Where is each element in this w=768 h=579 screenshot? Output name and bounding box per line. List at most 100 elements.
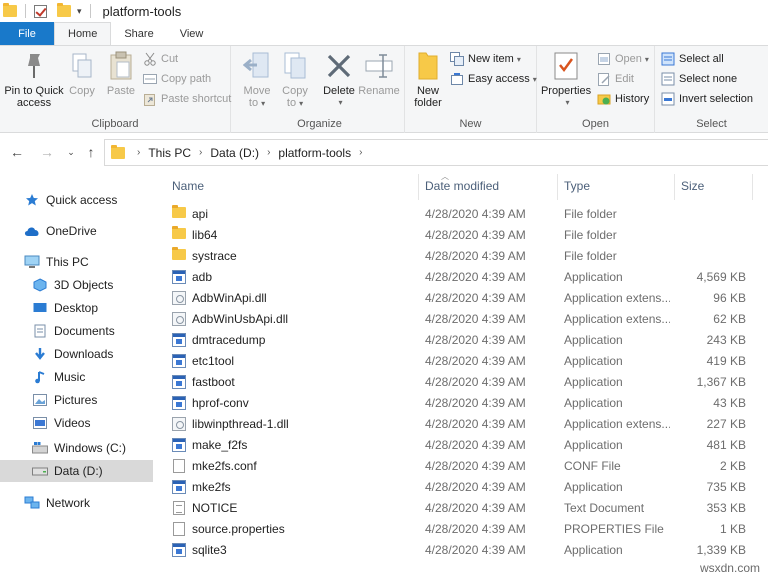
customize-toolbar-chevron-icon[interactable]: ▾ bbox=[77, 6, 82, 17]
folder-icon[interactable] bbox=[3, 3, 17, 17]
column-header-type[interactable]: Type bbox=[564, 177, 590, 195]
file-row[interactable]: etc1tool 4/28/2020 4:39 AM Application 419 … bbox=[153, 351, 768, 372]
back-arrow-icon[interactable]: ← bbox=[8, 143, 26, 161]
column-header-name[interactable]: Name bbox=[172, 177, 204, 195]
ribbon-tabs: File Home Share View bbox=[0, 22, 768, 45]
breadcrumb-this-pc[interactable]: This PC bbox=[148, 146, 191, 160]
nav-documents[interactable]: Documents bbox=[0, 320, 153, 342]
column-divider[interactable] bbox=[674, 174, 675, 200]
address-bar[interactable]: › This PC › Data (D:) › platform-tools › bbox=[104, 139, 768, 166]
file-row[interactable]: source.properties 4/28/2020 4:39 AM PROPER… bbox=[153, 519, 768, 540]
nav-this-pc[interactable]: This PC bbox=[0, 251, 153, 273]
easy-access-button[interactable]: Easy access ▾ bbox=[450, 70, 537, 88]
file-row[interactable]: lib64 4/28/2020 4:39 AM File folder bbox=[153, 225, 768, 246]
open-button[interactable]: Open ▾ bbox=[597, 50, 649, 68]
paste-button[interactable]: Paste bbox=[104, 50, 138, 97]
move-to-button[interactable]: Move to ▾ bbox=[241, 50, 273, 110]
file-row[interactable]: sqlite3 4/28/2020 4:39 AM Application 1,339… bbox=[153, 540, 768, 561]
file-row[interactable]: adb 4/28/2020 4:39 AM Application 4,569 KB bbox=[153, 267, 768, 288]
breadcrumb-data-d[interactable]: Data (D:) bbox=[210, 146, 259, 160]
history-button[interactable]: History bbox=[597, 90, 649, 108]
recent-locations-chevron-icon[interactable]: ⌄ bbox=[62, 143, 80, 161]
tab-view[interactable]: View bbox=[167, 22, 217, 45]
file-row[interactable]: systrace 4/28/2020 4:39 AM File folder bbox=[153, 246, 768, 267]
nav-pictures[interactable]: Pictures bbox=[0, 389, 153, 411]
new-folder-icon[interactable] bbox=[57, 3, 71, 17]
up-arrow-icon[interactable]: ↑ bbox=[82, 143, 100, 161]
application-icon bbox=[172, 375, 186, 389]
delete-button[interactable]: Delete ▾ bbox=[321, 50, 357, 109]
file-size: 43 KB bbox=[713, 396, 746, 410]
paste-shortcut-button[interactable]: Paste shortcut bbox=[143, 90, 231, 108]
select-none-button[interactable]: Select none bbox=[661, 70, 737, 88]
file-row[interactable]: make_f2fs 4/28/2020 4:39 AM Application 481… bbox=[153, 435, 768, 456]
properties-button[interactable]: Properties ▾ bbox=[541, 50, 591, 109]
file-name: mke2fs bbox=[192, 480, 231, 494]
nav-quick-access[interactable]: Quick access bbox=[0, 189, 153, 211]
file-row[interactable]: AdbWinApi.dll 4/28/2020 4:39 AM Applicatio… bbox=[153, 288, 768, 309]
new-folder-label-1: New bbox=[416, 85, 439, 97]
nav-desktop[interactable]: Desktop bbox=[0, 297, 153, 319]
breadcrumb-chevron-icon[interactable]: › bbox=[359, 147, 362, 158]
nav-videos[interactable]: Videos bbox=[0, 412, 153, 434]
copy-path-button[interactable]: Copy path bbox=[143, 70, 211, 88]
rename-button[interactable]: Rename bbox=[358, 50, 400, 97]
copy-icon bbox=[66, 50, 98, 82]
pin-to-quick-access-button[interactable]: Pin to Quick access bbox=[4, 50, 64, 109]
nav-windows-c[interactable]: Windows (C:) bbox=[0, 437, 153, 459]
select-all-label: Select all bbox=[679, 53, 724, 65]
new-item-icon bbox=[450, 52, 464, 66]
column-divider[interactable] bbox=[418, 174, 419, 200]
file-date-modified: 4/28/2020 4:39 AM bbox=[425, 480, 526, 494]
forward-arrow-icon[interactable]: → bbox=[38, 143, 56, 161]
nav-3d-objects[interactable]: 3D Objects bbox=[0, 274, 153, 296]
file-row[interactable]: dmtracedump 4/28/2020 4:39 AM Application 2… bbox=[153, 330, 768, 351]
tab-share[interactable]: Share bbox=[111, 22, 166, 45]
file-row[interactable]: libwinpthread-1.dll 4/28/2020 4:39 AM Appl… bbox=[153, 414, 768, 435]
breadcrumb-chevron-icon[interactable]: › bbox=[267, 147, 270, 158]
edit-button[interactable]: Edit bbox=[597, 70, 634, 88]
cut-button[interactable]: Cut bbox=[143, 50, 178, 68]
file-name: NOTICE bbox=[192, 501, 238, 515]
new-folder-button[interactable]: New folder bbox=[411, 50, 445, 109]
breadcrumb-chevron-icon[interactable]: › bbox=[137, 147, 140, 158]
breadcrumb-platform-tools[interactable]: platform-tools bbox=[278, 146, 351, 160]
column-divider[interactable] bbox=[557, 174, 558, 200]
column-divider[interactable] bbox=[752, 174, 753, 200]
file-row[interactable]: fastboot 4/28/2020 4:39 AM Application 1,36… bbox=[153, 372, 768, 393]
invert-selection-icon bbox=[661, 92, 675, 106]
select-all-button[interactable]: Select all bbox=[661, 50, 724, 68]
file-size: 227 KB bbox=[706, 417, 746, 431]
file-row[interactable]: AdbWinUsbApi.dll 4/28/2020 4:39 AM Applica… bbox=[153, 309, 768, 330]
copy-to-button[interactable]: Copy to ▾ bbox=[279, 50, 311, 110]
nav-data-d[interactable]: Data (D:) bbox=[0, 460, 153, 482]
nav-label: Documents bbox=[54, 324, 115, 338]
music-note-icon bbox=[32, 370, 48, 384]
new-item-button[interactable]: New item ▾ bbox=[450, 50, 521, 68]
file-type: Application bbox=[564, 543, 623, 557]
application-icon bbox=[172, 480, 186, 494]
pin-icon bbox=[18, 50, 50, 82]
nav-network[interactable]: Network bbox=[0, 492, 153, 514]
copy-to-label-2: to ▾ bbox=[286, 97, 304, 109]
move-to-label-2: to ▾ bbox=[248, 97, 266, 109]
nav-downloads[interactable]: Downloads bbox=[0, 343, 153, 365]
column-header-date-modified[interactable]: Date modified bbox=[425, 177, 499, 195]
file-row[interactable]: NOTICE 4/28/2020 4:39 AM Text Document 353 … bbox=[153, 498, 768, 519]
tab-home[interactable]: Home bbox=[54, 22, 112, 45]
properties-label: Properties bbox=[540, 85, 592, 97]
nav-music[interactable]: Music bbox=[0, 366, 153, 388]
copy-button[interactable]: Copy bbox=[66, 50, 98, 97]
breadcrumb-chevron-icon[interactable]: › bbox=[199, 147, 202, 158]
tab-file[interactable]: File bbox=[0, 22, 54, 45]
file-row[interactable]: mke2fs 4/28/2020 4:39 AM Application 735 KB bbox=[153, 477, 768, 498]
file-size: 419 KB bbox=[706, 354, 746, 368]
file-row[interactable]: api 4/28/2020 4:39 AM File folder bbox=[153, 204, 768, 225]
properties-check-icon[interactable] bbox=[34, 4, 47, 18]
file-row[interactable]: hprof-conv 4/28/2020 4:39 AM Application 43… bbox=[153, 393, 768, 414]
computer-icon bbox=[24, 255, 40, 269]
nav-onedrive[interactable]: OneDrive bbox=[0, 220, 153, 242]
column-header-size[interactable]: Size bbox=[681, 177, 704, 195]
file-row[interactable]: mke2fs.conf 4/28/2020 4:39 AM CONF File 2 K… bbox=[153, 456, 768, 477]
invert-selection-button[interactable]: Invert selection bbox=[661, 90, 753, 108]
